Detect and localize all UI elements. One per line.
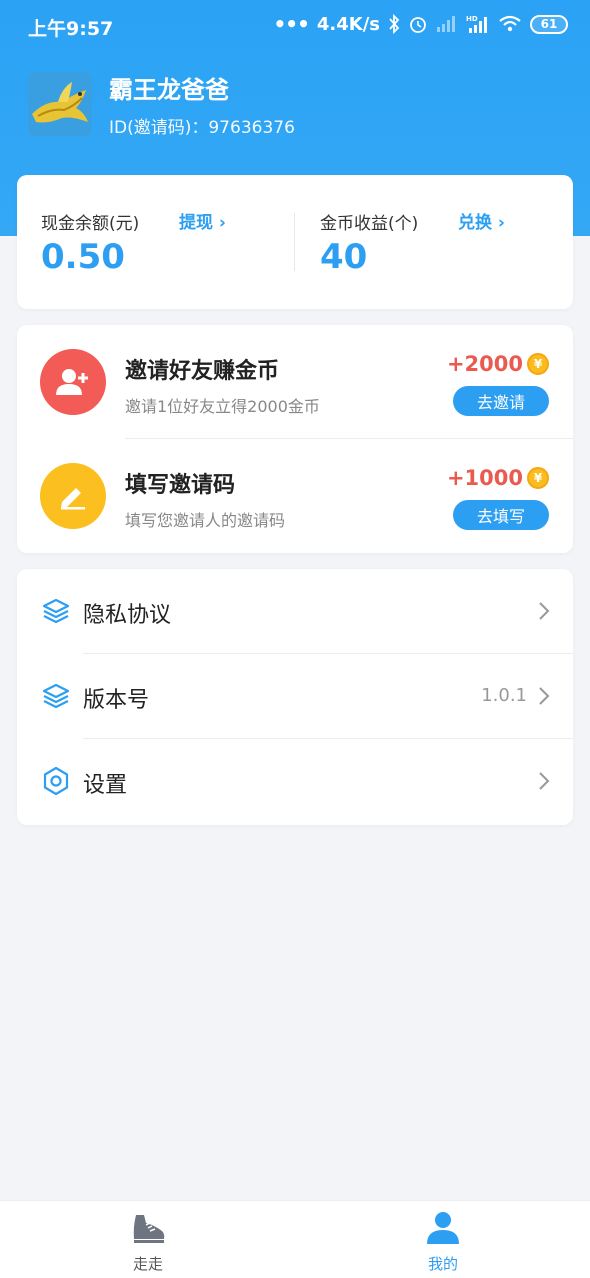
- signal-weak-icon: [437, 16, 455, 32]
- reward-amount: +1000: [446, 466, 523, 490]
- invite-button[interactable]: 去邀请: [453, 386, 549, 416]
- shoe-icon: [133, 1215, 165, 1243]
- chevron-right-icon: [539, 687, 550, 705]
- task-fill-invite-code[interactable]: 填写邀请码 填写您邀请人的邀请码 +1000 ¥ 去填写: [17, 439, 573, 553]
- withdraw-link[interactable]: 提现 ›: [179, 208, 226, 233]
- task-invite-friends[interactable]: 邀请好友赚金币 邀请1位好友立得2000金币 +2000 ¥ 去邀请: [17, 325, 573, 439]
- task-title: 填写邀请码: [125, 473, 236, 498]
- task-desc: 邀请1位好友立得2000金币: [125, 397, 320, 416]
- tab-label: 走走: [132, 1255, 163, 1273]
- balance-card: 现金余额(元) 提现 › 0.50 金币收益(个) 兑换 › 40: [17, 175, 573, 309]
- coin-icon: ¥: [527, 467, 549, 489]
- alarm-icon: [410, 17, 426, 33]
- more-dots-icon: •••: [273, 12, 310, 36]
- cash-value: 0.50: [41, 237, 125, 277]
- task-title: 邀请好友赚金币: [125, 359, 280, 384]
- menu-label: 隐私协议: [83, 603, 172, 628]
- pencil-icon: [40, 463, 106, 529]
- profile-section[interactable]: 霸王龙爸爸 ID(邀请码)：97636376: [28, 70, 295, 138]
- coin-label: 金币收益(个): [320, 214, 419, 234]
- menu-item-version[interactable]: 版本号 1.0.1: [17, 654, 573, 739]
- bottom-tab-bar: 走走 我的: [0, 1200, 590, 1278]
- menu-item-settings[interactable]: 设置: [17, 739, 573, 824]
- add-user-icon: [40, 349, 106, 415]
- menu-card: 隐私协议 版本号 1.0.1 设置: [17, 569, 573, 825]
- coin-value: 40: [320, 237, 368, 277]
- task-desc: 填写您邀请人的邀请码: [125, 511, 286, 530]
- tab-label: 我的: [427, 1255, 458, 1273]
- status-time: 上午9:57: [28, 18, 114, 40]
- cash-label: 现金余额(元): [41, 214, 140, 234]
- menu-item-privacy[interactable]: 隐私协议: [17, 569, 573, 654]
- status-bar: 上午9:57 ••• 4.4K/s HD 61: [0, 0, 590, 54]
- battery-indicator: 61: [530, 14, 568, 34]
- layers-icon: [42, 598, 70, 624]
- reward-amount: +2000: [446, 352, 523, 376]
- layers-icon: [42, 683, 70, 709]
- coin-icon: ¥: [527, 353, 549, 375]
- version-value: 1.0.1: [481, 685, 527, 706]
- hexagon-settings-icon: [43, 766, 69, 796]
- avatar[interactable]: [28, 72, 92, 136]
- user-icon: [427, 1212, 459, 1244]
- cash-balance: 现金余额(元) 提现 › 0.50: [41, 175, 291, 309]
- fill-code-button[interactable]: 去填写: [453, 500, 549, 530]
- profile-name: 霸王龙爸爸: [109, 76, 229, 104]
- chevron-right-icon: [539, 602, 550, 620]
- status-icons: ••• 4.4K/s HD 61: [274, 12, 568, 36]
- tab-mine[interactable]: 我的: [383, 1211, 503, 1274]
- bluetooth-icon: [389, 14, 400, 34]
- menu-label: 版本号: [83, 688, 150, 713]
- invite-code: ID(邀请码)：97636376: [109, 118, 295, 138]
- svg-text:HD: HD: [466, 15, 478, 23]
- coin-balance: 金币收益(个) 兑换 › 40: [320, 175, 560, 309]
- balance-divider: [294, 213, 295, 271]
- signal-hd-icon: HD: [466, 15, 487, 33]
- dragon-avatar-image: [28, 72, 92, 136]
- task-reward: +1000 ¥: [447, 466, 549, 490]
- menu-label: 设置: [83, 773, 128, 798]
- wifi-icon: [499, 15, 521, 32]
- network-speed: 4.4K/s: [316, 13, 380, 35]
- chevron-right-icon: [539, 772, 550, 790]
- tab-walk[interactable]: 走走: [88, 1211, 208, 1274]
- task-card: 邀请好友赚金币 邀请1位好友立得2000金币 +2000 ¥ 去邀请 填写邀请码…: [17, 325, 573, 553]
- task-reward: +2000 ¥: [447, 352, 549, 376]
- exchange-link[interactable]: 兑换 ›: [458, 208, 505, 233]
